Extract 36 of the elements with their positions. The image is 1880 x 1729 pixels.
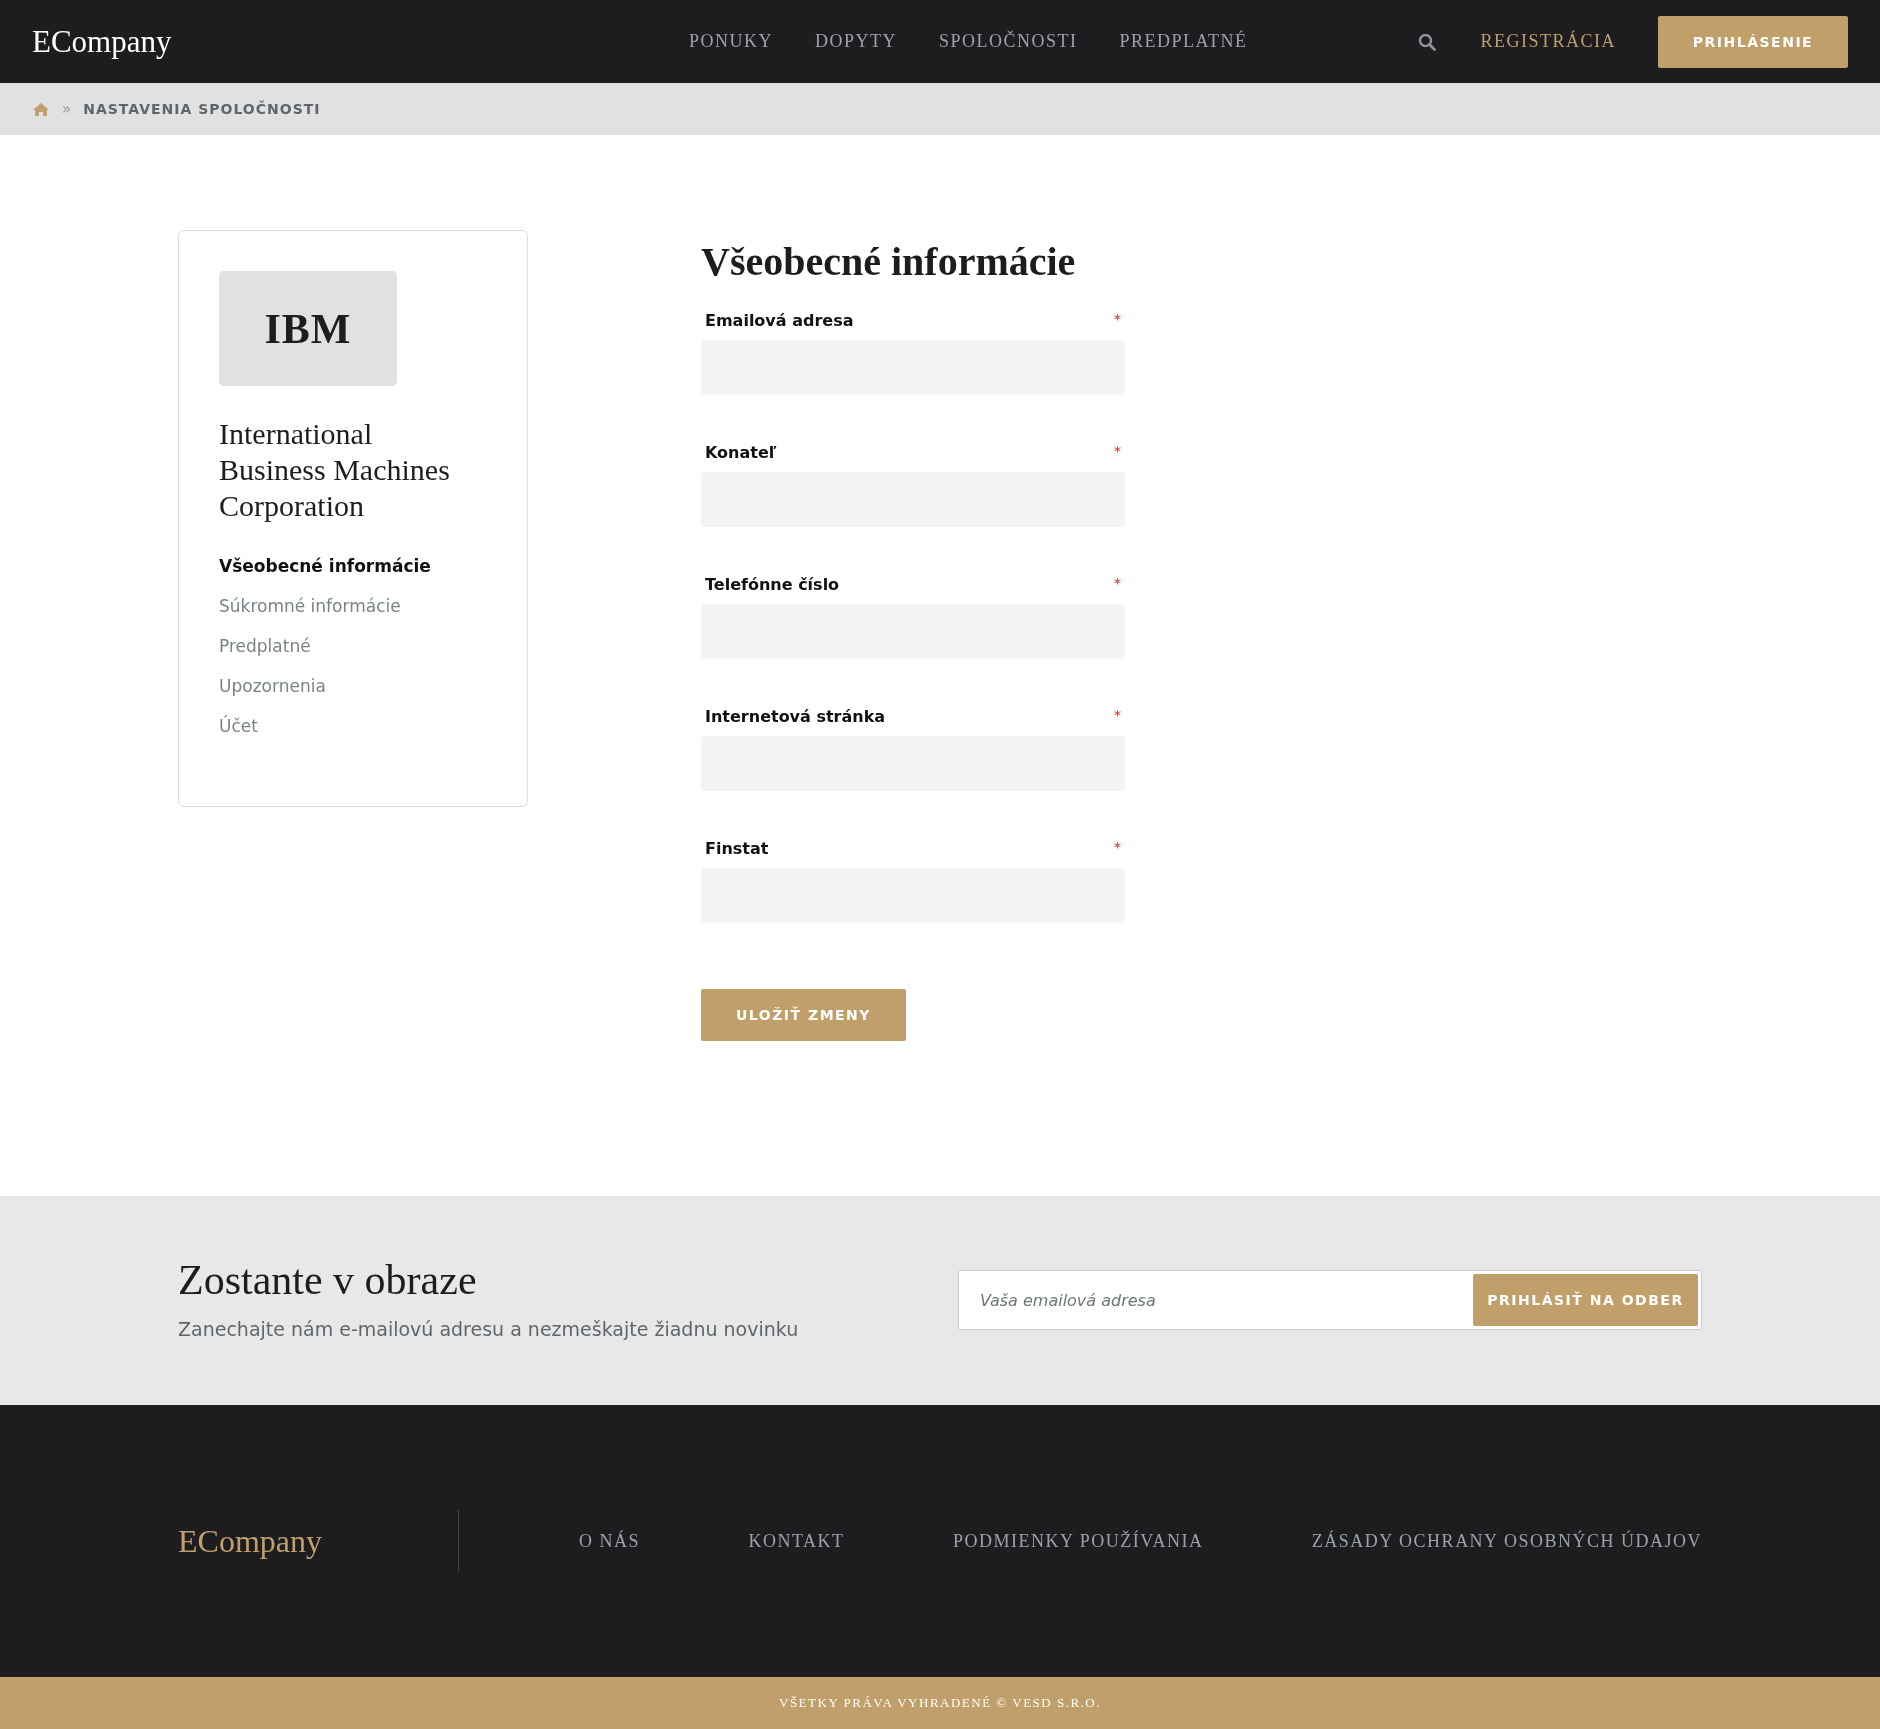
- required-mark: *: [1114, 839, 1121, 857]
- footer-logo[interactable]: ECompany: [178, 1522, 458, 1560]
- copyright-text: VŠETKY PRÁVA VYHRADENÉ © VESD S.R.O.: [779, 1695, 1101, 1711]
- field-label: Internetová stránka: [705, 707, 886, 726]
- field-label: Emailová adresa: [705, 311, 854, 330]
- footer-link[interactable]: O NÁS: [579, 1530, 640, 1552]
- required-mark: *: [1114, 575, 1121, 593]
- nav-link[interactable]: SPOLOČNOSTI: [939, 31, 1078, 52]
- field-label: Telefónne číslo: [705, 575, 840, 594]
- nav-link[interactable]: DOPYTY: [815, 31, 898, 52]
- footer-link[interactable]: KONTAKT: [748, 1530, 845, 1552]
- sidebar-item[interactable]: Predplatné: [219, 636, 311, 656]
- footer-link[interactable]: ZÁSADY OCHRANY OSOBNÝCH ÚDAJOV: [1311, 1530, 1702, 1552]
- newsletter-text: Zanechajte nám e-mailovú adresu a nezmeškajte žiadnu novinku: [178, 1318, 799, 1340]
- footer-link[interactable]: PODMIENKY POUŽÍVANIA: [952, 1530, 1204, 1552]
- search-icon[interactable]: [1418, 32, 1437, 51]
- sidebar-item[interactable]: Upozornenia: [219, 676, 326, 696]
- home-icon[interactable]: [32, 101, 50, 117]
- sidebar-item[interactable]: Účet: [219, 716, 258, 736]
- register-link[interactable]: REGISTRÁCIA: [1480, 31, 1616, 52]
- section-title: Všeobecné informácie: [701, 238, 1077, 285]
- sidebar-item[interactable]: Všeobecné informácie: [219, 556, 431, 576]
- company-name: International Business Machines Corporation: [219, 416, 451, 524]
- breadcrumb-separator: »: [62, 100, 72, 118]
- required-mark: *: [1114, 707, 1121, 725]
- site-logo[interactable]: ECompany: [32, 23, 502, 60]
- nav-link[interactable]: PONUKY: [689, 31, 773, 52]
- breadcrumb-current: NASTAVENIA SPOLOČNOSTI: [83, 101, 321, 117]
- field-label: Konateľ: [705, 443, 777, 462]
- required-mark: *: [1114, 443, 1121, 461]
- newsletter-title: Zostante v obraze: [178, 1256, 478, 1304]
- nav-link[interactable]: PREDPLATNÉ: [1119, 31, 1248, 52]
- required-mark: *: [1114, 311, 1121, 329]
- logo-text: IBM: [264, 304, 352, 353]
- field-label: Finstat: [705, 839, 769, 858]
- sidebar-item[interactable]: Súkromné informácie: [219, 596, 401, 616]
